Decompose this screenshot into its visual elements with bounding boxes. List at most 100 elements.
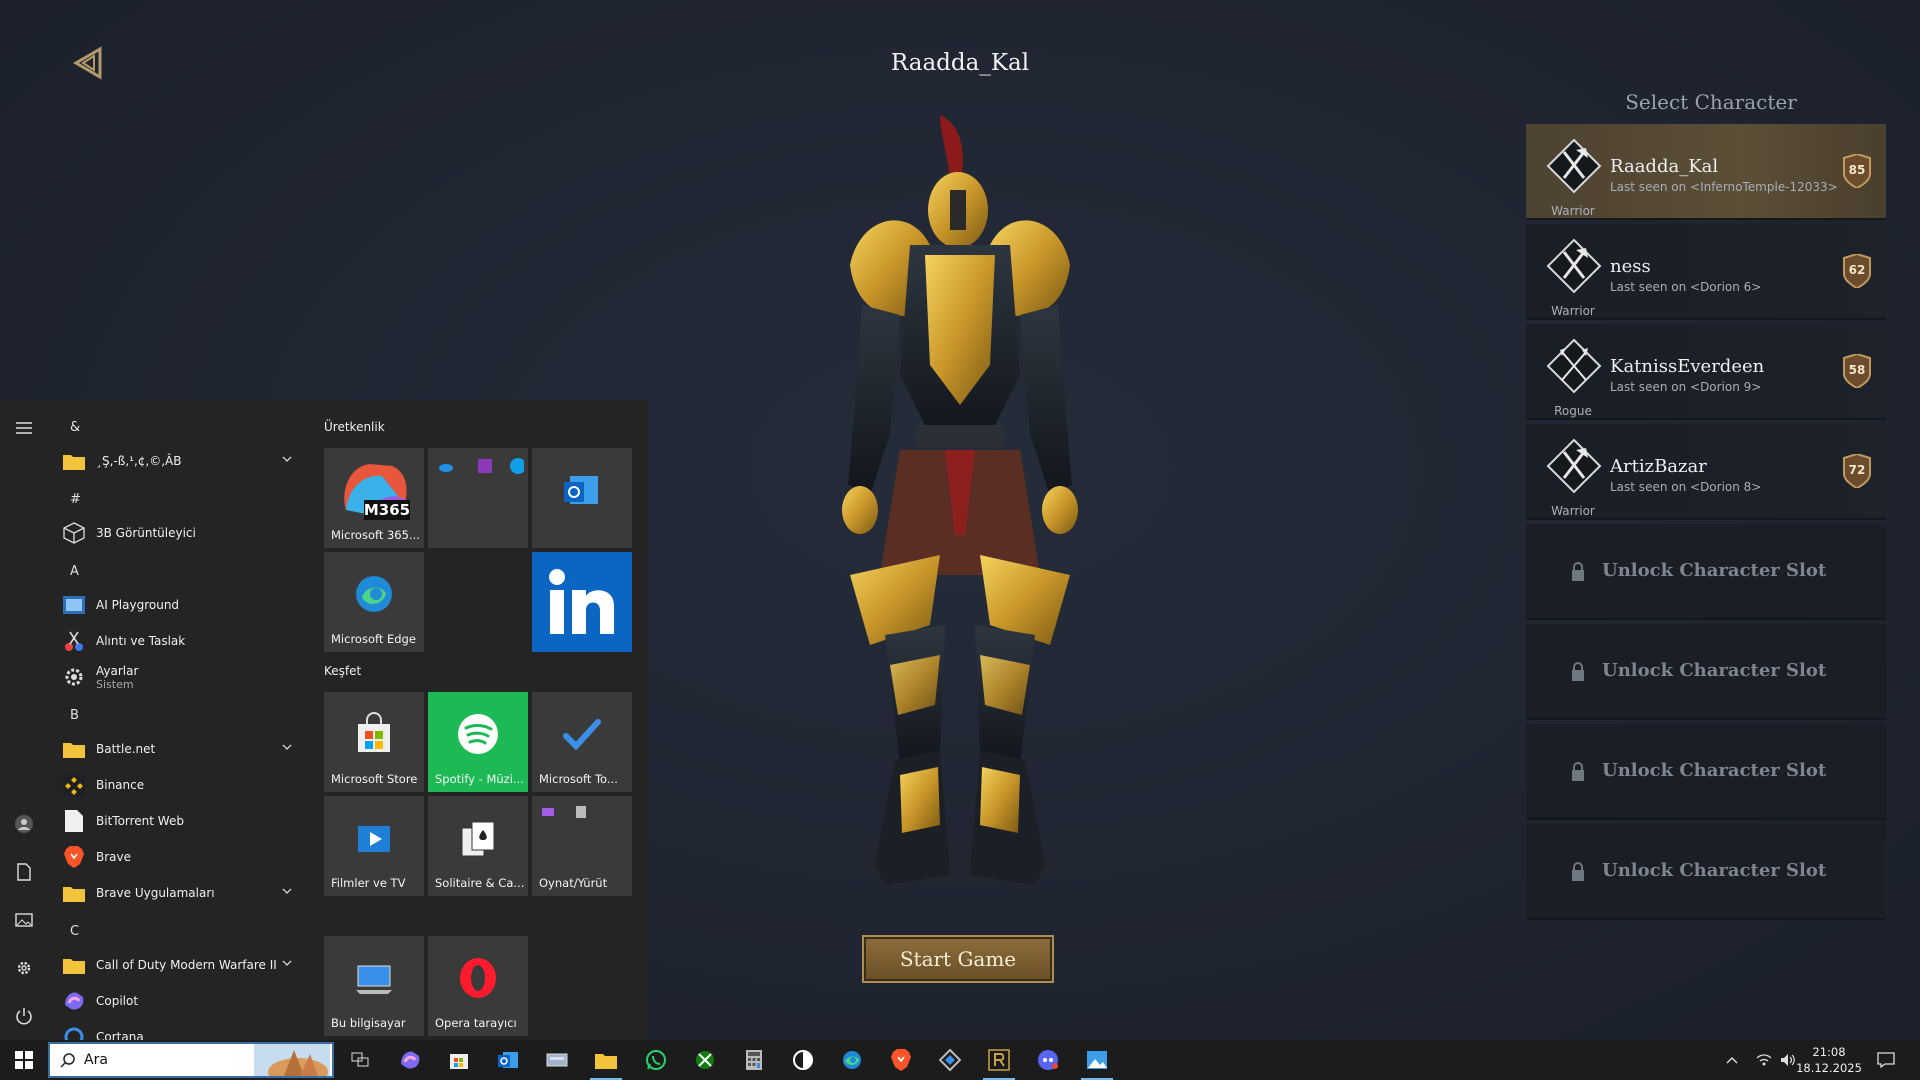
app-item[interactable]: Cortana [62, 1020, 302, 1040]
m365-badge: M365 [364, 501, 410, 519]
chevron-down-icon[interactable] [282, 742, 292, 752]
folder-icon [62, 881, 86, 905]
pictures-icon[interactable] [12, 908, 36, 932]
tile-microsoft-365[interactable]: M365 Microsoft 365... [324, 448, 424, 548]
app-item[interactable]: 3B Görüntüleyici [62, 516, 302, 550]
unlock-slot-label: Unlock Character Slot [1602, 860, 1827, 881]
tile-microsoft-store[interactable]: Microsoft Store [324, 692, 424, 792]
app-item[interactable]: Brave [62, 840, 302, 874]
task-view-icon[interactable] [340, 1044, 380, 1076]
scissors-icon [62, 629, 86, 653]
folder-icon [62, 953, 86, 977]
edge-taskbar-icon[interactable] [832, 1044, 872, 1076]
character-card[interactable]: Warrior ArtizBazar Last seen on <Dorion … [1526, 424, 1886, 520]
user-avatar-icon[interactable] [12, 812, 36, 836]
character-model[interactable] [790, 105, 1130, 915]
unlock-character-slot[interactable]: Unlock Character Slot [1526, 824, 1886, 920]
letter-header[interactable]: A [70, 564, 79, 579]
cortana-icon [62, 1025, 86, 1040]
tile-spotify[interactable]: Spotify - Müzi... [428, 692, 528, 792]
start-game-button[interactable]: Start Game [862, 935, 1054, 983]
tiles-area: Üretkenlik M365 Microsoft 365... Microso… [318, 400, 648, 1040]
power-icon[interactable] [12, 1004, 36, 1028]
unlock-character-slot[interactable]: Unlock Character Slot [1526, 724, 1886, 820]
unlock-character-slot[interactable]: Unlock Character Slot [1526, 524, 1886, 620]
app-item[interactable]: ¸Ş,-ß,¹,¢,©,ÂB [62, 444, 302, 478]
tile-play-folder[interactable]: Oynat/Yürüt [532, 796, 632, 896]
clock-app-icon[interactable] [783, 1044, 823, 1076]
chevron-down-icon[interactable] [282, 886, 292, 896]
chevron-down-icon[interactable] [282, 454, 292, 464]
file-explorer-icon[interactable] [586, 1044, 626, 1080]
onedrive-onenote-skype-icon [439, 458, 524, 474]
app-item[interactable]: Copilot [62, 984, 302, 1018]
app-item[interactable]: Brave Uygulamaları [62, 876, 302, 910]
tile-this-pc[interactable]: Bu bilgisayar [324, 936, 424, 1036]
letter-header[interactable]: & [70, 420, 80, 435]
back-arrow-icon[interactable] [70, 45, 106, 81]
clock-date: 18.12.2025 [1796, 1061, 1862, 1075]
tile-solitaire[interactable]: Solitaire & Ca... [428, 796, 528, 896]
notification-center-icon[interactable] [1866, 1044, 1906, 1076]
chevron-down-icon[interactable] [282, 958, 292, 968]
xbox-icon[interactable] [685, 1044, 725, 1076]
unlock-character-slot[interactable]: Unlock Character Slot [1526, 624, 1886, 720]
app-item[interactable]: Binance [62, 768, 302, 802]
whatsapp-icon[interactable] [636, 1044, 676, 1076]
system-clock[interactable]: 21:08 18.12.2025 [1794, 1044, 1864, 1076]
app-item[interactable]: Alıntı ve Taslak [62, 624, 302, 658]
store-taskbar-icon[interactable] [439, 1044, 479, 1076]
brave-lion-icon [62, 845, 86, 869]
discord-icon[interactable] [1028, 1044, 1068, 1076]
game-launcher-icon[interactable] [930, 1044, 970, 1076]
app-item[interactable]: AI Playground [62, 588, 302, 622]
character-class: Warrior [1551, 504, 1595, 518]
character-last-seen: Last seen on <Dorion 6> [1610, 280, 1762, 294]
binance-icon [62, 773, 86, 797]
copilot-taskbar-icon[interactable] [390, 1044, 430, 1076]
app-list: & ¸Ş,-ß,¹,¢,©,ÂB # 3B Görüntüleyici A AI… [56, 400, 306, 1040]
app-label: Ayarlar [96, 663, 139, 678]
app-item[interactable]: Battle.net [62, 732, 302, 766]
level-value: 85 [1848, 163, 1866, 177]
game-r-icon[interactable] [979, 1044, 1019, 1080]
brave-taskbar-icon[interactable] [881, 1044, 921, 1076]
letter-header[interactable]: B [70, 708, 79, 723]
chevron-up-icon[interactable] [1720, 1044, 1744, 1076]
letter-header[interactable]: # [70, 492, 81, 507]
select-character-heading: Select Character [1625, 90, 1797, 114]
app-label: BitTorrent Web [96, 814, 184, 828]
storage-taskbar-icon[interactable] [537, 1044, 577, 1076]
network-icon[interactable] [1752, 1044, 1776, 1076]
settings-gear-icon[interactable] [12, 956, 36, 980]
tile-linkedin[interactable] [532, 552, 632, 652]
cube-3d-icon [62, 521, 86, 545]
outlook-taskbar-icon[interactable] [488, 1044, 528, 1076]
tile-office-apps-folder[interactable] [428, 448, 528, 548]
tile-movies-tv[interactable]: Filmler ve TV [324, 796, 424, 896]
tile-outlook[interactable] [532, 448, 632, 548]
letter-header[interactable]: C [70, 924, 79, 939]
character-class: Warrior [1551, 204, 1595, 218]
hamburger-menu-icon[interactable] [12, 416, 36, 440]
character-card[interactable]: Rogue KatnissEverdeen Last seen on <Dori… [1526, 324, 1886, 420]
documents-icon[interactable] [12, 860, 36, 884]
calculator-icon[interactable] [734, 1044, 774, 1076]
app-item[interactable]: Ayarlar Sistem [62, 660, 302, 694]
app-label: 3B Görüntüleyici [96, 526, 196, 540]
tile-opera[interactable]: Opera tarayıcı [428, 936, 528, 1036]
windows-start-button[interactable] [0, 1040, 48, 1080]
tile-microsoft-todo[interactable]: Microsoft To... [532, 692, 632, 792]
character-card[interactable]: Warrior Raadda_Kal Last seen on <Inferno… [1526, 124, 1886, 220]
search-highlight-image [254, 1044, 330, 1076]
search-input[interactable] [84, 1052, 244, 1068]
app-item[interactable]: BitTorrent Web [62, 804, 302, 838]
photos-icon[interactable] [1077, 1044, 1117, 1080]
app-item[interactable]: Call of Duty Modern Warfare II [62, 948, 302, 982]
tile-microsoft-edge[interactable]: Microsoft Edge [324, 552, 424, 652]
tile-label: Spotify - Müzi... [435, 772, 524, 786]
taskbar-search-box[interactable] [48, 1042, 334, 1078]
level-value: 62 [1848, 263, 1866, 277]
character-card[interactable]: Warrior ness Last seen on <Dorion 6> 62 [1526, 224, 1886, 320]
tile-label: Microsoft Store [331, 772, 418, 786]
